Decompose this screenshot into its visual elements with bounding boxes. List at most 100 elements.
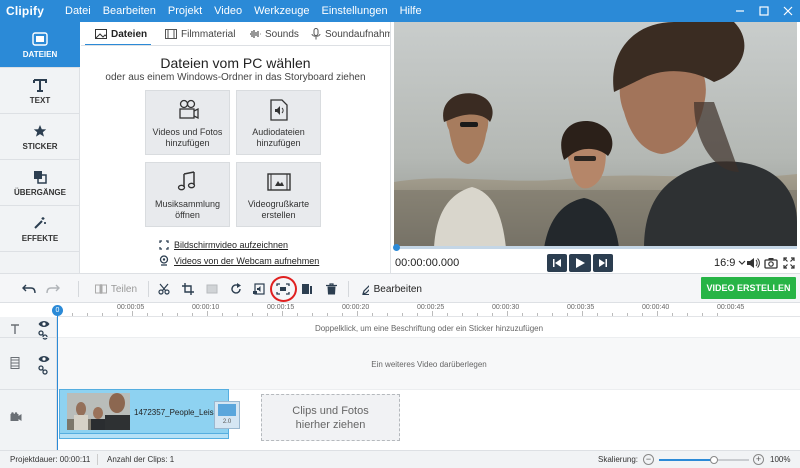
nav-files[interactable]: DATEIEN — [0, 22, 80, 68]
zoom-slider-handle[interactable] — [710, 456, 718, 464]
music-collection-tile[interactable]: Musiksammlung öffnen — [145, 162, 230, 227]
video-camera-icon — [10, 412, 22, 421]
screen-record-icon — [159, 240, 169, 250]
fullscreen-button[interactable] — [781, 255, 797, 271]
edit-button[interactable]: Bearbeiten — [362, 280, 422, 298]
zoom-in-button[interactable]: + — [753, 454, 764, 465]
playback-progress[interactable] — [394, 246, 797, 249]
ruler-tick — [657, 311, 658, 316]
audio-file-icon — [269, 99, 288, 121]
clip-properties-button[interactable] — [299, 280, 315, 298]
microphone-icon — [311, 28, 321, 40]
menu-edit[interactable]: Bearbeiten — [97, 0, 162, 22]
ruler-label: 00:00:40 — [642, 304, 670, 311]
overlay-track-hint[interactable]: Ein weiteres Video darüberlegen — [58, 360, 800, 369]
delete-button[interactable] — [323, 280, 339, 298]
status-divider — [97, 454, 98, 465]
clip-audio-strip[interactable] — [59, 433, 229, 439]
screen-record-link[interactable]: Bildschirmvideo aufzeichnen — [159, 240, 288, 250]
tab-footage[interactable]: Filmmaterial — [165, 22, 235, 45]
ruler-tick — [132, 311, 133, 316]
playhead-handle[interactable]: 0 — [52, 305, 63, 316]
create-video-button[interactable]: VIDEO ERSTELLEN — [701, 277, 796, 299]
volume-button[interactable] — [745, 255, 761, 271]
clip-dropzone[interactable]: Clips und Fotos hierher ziehen — [261, 394, 400, 441]
add-videos-photos-tile[interactable]: Videos und Fotos hinzufügen — [145, 90, 230, 155]
ruler-label: 00:00:15 — [267, 304, 295, 311]
close-button[interactable] — [776, 0, 800, 22]
rotate-button[interactable] — [228, 280, 244, 298]
video-clip[interactable]: 1472357_People_Leisure — [59, 389, 229, 434]
audio-button[interactable] — [251, 280, 267, 298]
ruler-tick — [687, 313, 688, 316]
menu-file[interactable]: Datei — [59, 0, 97, 22]
film-strip-icon — [10, 357, 20, 369]
webcam-link[interactable]: Videos von der Webcam aufnehmen — [159, 255, 319, 266]
nav-effects[interactable]: EFFEKTE — [0, 206, 80, 252]
add-audio-tile[interactable]: Audiodateien hinzufügen — [236, 90, 321, 155]
skip-back-icon — [553, 259, 561, 267]
ruler-tick — [402, 313, 403, 316]
tab-sounds-label: Sounds — [265, 28, 299, 40]
menu-tools[interactable]: Werkzeuge — [248, 0, 315, 22]
video-card-tile[interactable]: Videogrußkarte erstellen — [236, 162, 321, 227]
ruler-tick — [462, 313, 463, 316]
maximize-button[interactable] — [752, 0, 776, 22]
folder-icon — [32, 31, 48, 47]
tab-recording-label: Soundaufnahme — [325, 28, 390, 40]
transition-frame-button[interactable] — [204, 280, 220, 298]
tile-3-line2: öffnen — [175, 210, 200, 220]
playback-knob[interactable] — [393, 244, 400, 251]
camera-icon — [764, 258, 778, 269]
menu-settings[interactable]: Einstellungen — [316, 0, 394, 22]
undo-button[interactable] — [20, 280, 38, 298]
next-button[interactable] — [593, 254, 613, 272]
menu-project[interactable]: Projekt — [162, 0, 208, 22]
ruler-tick — [372, 313, 373, 316]
transition-icon — [33, 169, 47, 185]
ruler-label: 00:00:45 — [717, 304, 745, 311]
cut-button[interactable] — [156, 280, 172, 298]
menu-video[interactable]: Video — [208, 0, 248, 22]
nav-text[interactable]: TEXT — [0, 68, 80, 114]
aspect-ratio-select[interactable]: 16:9 — [714, 257, 746, 269]
ruler-tick — [717, 313, 718, 316]
ruler-tick — [342, 313, 343, 316]
toolbar-divider — [148, 281, 149, 297]
minimize-button[interactable] — [728, 0, 752, 22]
text-track-hint[interactable]: Doppelklick, um eine Beschriftung oder e… — [58, 324, 800, 333]
track-divider — [57, 337, 800, 338]
transition-thumbnail-icon — [218, 404, 236, 416]
redo-button[interactable] — [44, 280, 62, 298]
webcam-icon — [159, 255, 169, 266]
previous-button[interactable] — [547, 254, 567, 272]
eye-icon[interactable] — [38, 355, 50, 363]
snapshot-button[interactable] — [763, 255, 779, 271]
play-button[interactable] — [569, 254, 591, 272]
aspect-ratio-value: 16:9 — [714, 257, 736, 269]
playhead-line[interactable] — [57, 306, 58, 450]
nav-transitions[interactable]: ÜBERGÄNGE — [0, 160, 80, 206]
eye-icon[interactable] — [38, 320, 50, 328]
ruler-label: 00:00:35 — [567, 304, 595, 311]
ruler-tick — [672, 313, 673, 316]
ruler-tick — [597, 313, 598, 316]
zoom-out-button[interactable]: − — [643, 454, 654, 465]
crop-button[interactable] — [180, 280, 196, 298]
menu-help[interactable]: Hilfe — [394, 0, 428, 22]
tile-1-line2: hinzufügen — [165, 138, 210, 148]
tile-3-line1: Musiksammlung — [154, 199, 221, 209]
tab-recording[interactable]: Soundaufnahme — [311, 22, 390, 45]
ruler-tick — [447, 313, 448, 316]
tab-sounds[interactable]: Sounds — [249, 22, 299, 45]
link-icon[interactable] — [38, 365, 48, 375]
ruler-tick — [642, 313, 643, 316]
zoom-value: 100% — [770, 455, 791, 464]
link-icon[interactable] — [38, 330, 48, 340]
video-preview[interactable] — [394, 22, 797, 248]
nav-sticker[interactable]: STICKER — [0, 114, 80, 160]
split-button[interactable]: Teilen — [94, 280, 138, 298]
ruler-tick — [627, 313, 628, 316]
tab-files[interactable]: Dateien — [95, 22, 147, 45]
time-ruler[interactable]: 00:00:05 00:00:10 00:00:15 00:00:20 00:00:25… — [57, 303, 800, 317]
